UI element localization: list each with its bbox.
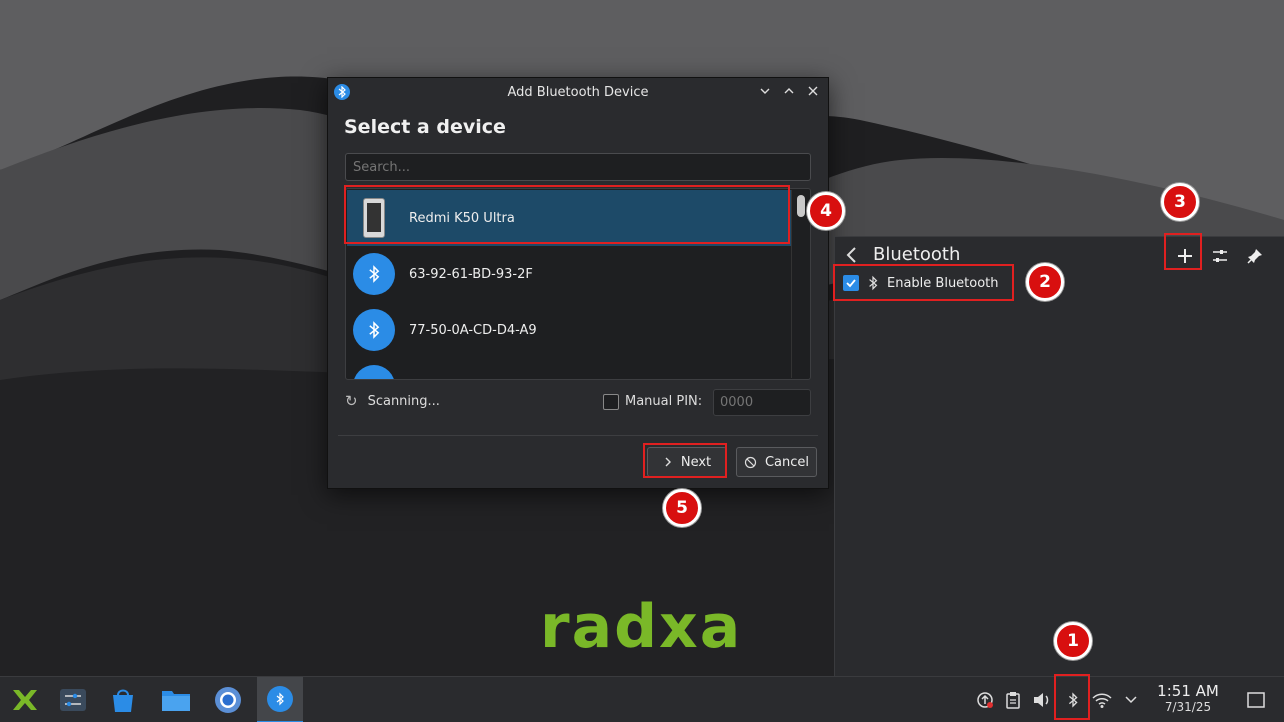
bluetooth-icon (353, 309, 395, 351)
application-launcher[interactable] (2, 677, 48, 722)
system-settings-launcher[interactable] (50, 677, 96, 722)
manual-pin-input[interactable] (713, 389, 811, 416)
close-icon (808, 86, 818, 96)
settings-sliders-icon (60, 689, 86, 711)
clock-time[interactable]: 1:51 AM (1150, 682, 1226, 700)
volume-icon[interactable] (1031, 689, 1053, 711)
maximize-button[interactable] (780, 82, 798, 100)
bluetooth-panel: Bluetooth Enable Bluetooth (834, 236, 1284, 676)
device-list-scrollbar[interactable] (791, 190, 809, 378)
chromium-icon (215, 687, 241, 713)
annotation-badge-3: 3 (1161, 183, 1199, 221)
clock-date[interactable]: 7/31/25 (1150, 700, 1226, 714)
bluetooth-icon (353, 253, 395, 295)
taskbar: 1:51 AM 7/31/25 (0, 676, 1284, 722)
pin-icon (1247, 249, 1262, 264)
scrollbar-thumb[interactable] (797, 195, 805, 217)
radxa-logo: radxa (540, 592, 743, 662)
cancel-icon (744, 456, 757, 468)
show-desktop-icon (1247, 692, 1265, 708)
device-item[interactable]: 63-92-61-BD-93-2F (347, 246, 791, 302)
update-notifier-icon[interactable] (974, 689, 996, 711)
device-label: 63-92-61-BD-93-2F (409, 266, 533, 282)
discover-store-launcher[interactable] (100, 677, 146, 722)
highlight-add-button (1164, 233, 1202, 270)
device-item[interactable] (347, 358, 791, 379)
chevron-left-icon (846, 247, 856, 263)
bluetooth-icon (353, 365, 395, 379)
file-manager-launcher[interactable] (153, 677, 199, 722)
close-button[interactable] (804, 82, 822, 100)
browser-launcher[interactable] (205, 677, 251, 722)
manual-pin-checkbox[interactable] (603, 394, 619, 410)
highlight-next-button (643, 443, 727, 478)
bluetooth-task[interactable] (257, 677, 303, 722)
wifi-icon[interactable] (1091, 689, 1113, 711)
annotation-badge-2: 2 (1026, 263, 1064, 301)
clipboard-icon[interactable] (1002, 689, 1024, 711)
chevron-down-icon (760, 88, 770, 94)
pin-button[interactable] (1242, 243, 1268, 269)
bluetooth-panel-title: Bluetooth (873, 244, 961, 265)
tray-expand-chevron-icon[interactable] (1120, 689, 1142, 711)
scanning-label: Scanning... (367, 393, 440, 409)
cancel-button[interactable]: Cancel (736, 447, 817, 477)
dialog-title: Add Bluetooth Device (507, 84, 649, 100)
refresh-icon: ↻ (345, 392, 358, 410)
sliders-icon (1213, 250, 1227, 262)
dialog-titlebar[interactable]: Add Bluetooth Device (328, 78, 828, 106)
annotation-badge-5: 5 (663, 489, 701, 527)
configure-button[interactable] (1207, 243, 1233, 269)
device-search-input[interactable] (345, 153, 811, 181)
bluetooth-app-icon (334, 84, 350, 100)
highlight-enable-bluetooth (833, 264, 1014, 301)
manual-pin-label: Manual PIN: (625, 394, 703, 409)
scanning-status: ↻ Scanning... (345, 392, 440, 410)
dialog-separator (338, 435, 818, 436)
chevron-up-icon (784, 88, 794, 94)
bluetooth-icon (267, 686, 293, 712)
launcher-x-icon (13, 690, 37, 710)
annotation-badge-4: 4 (807, 192, 845, 230)
device-label: 77-50-0A-CD-D4-A9 (409, 322, 537, 338)
shopping-bag-icon (113, 689, 133, 712)
dialog-heading: Select a device (344, 116, 506, 138)
annotation-badge-1: 1 (1054, 622, 1092, 660)
device-item[interactable]: 77-50-0A-CD-D4-A9 (347, 302, 791, 358)
cancel-label: Cancel (764, 454, 810, 470)
folder-icon (162, 691, 190, 711)
show-desktop-button[interactable] (1245, 689, 1267, 711)
minimize-button[interactable] (756, 82, 774, 100)
highlight-bluetooth-tray (1054, 674, 1090, 720)
add-bluetooth-device-dialog: Add Bluetooth Device Select a device Red… (327, 77, 829, 489)
highlight-device-redmi (344, 185, 790, 244)
